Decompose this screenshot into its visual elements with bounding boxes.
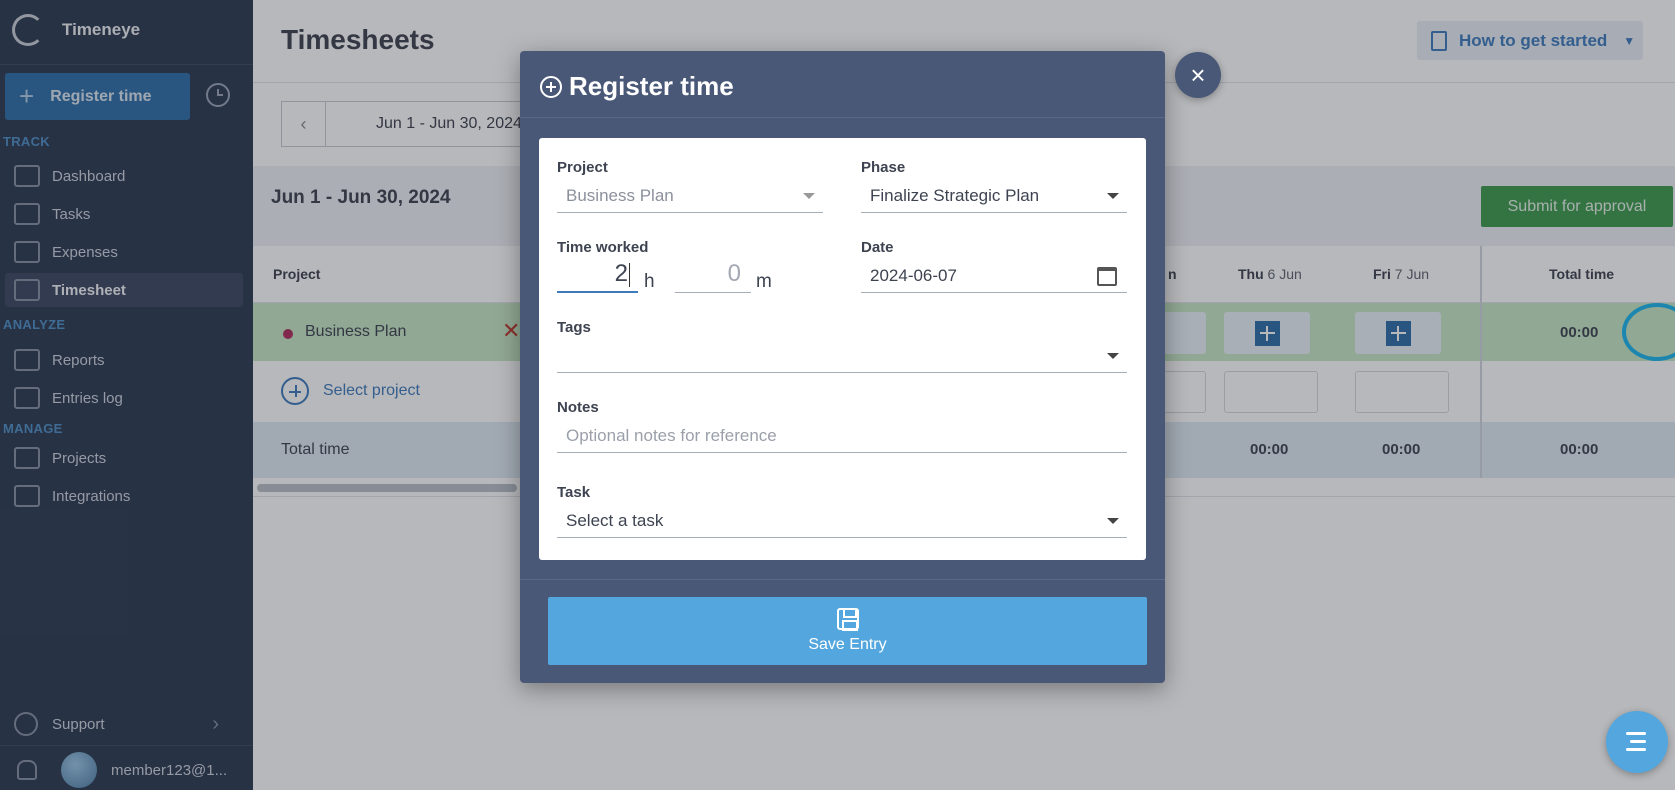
caret-down-icon: [1107, 193, 1119, 199]
caret-down-icon: [1107, 518, 1119, 524]
phase-select-value: Finalize Strategic Plan: [870, 186, 1040, 205]
date-input[interactable]: 2024-06-07: [861, 260, 1127, 293]
notes-label: Notes: [557, 399, 599, 416]
caret-down-icon: [1107, 353, 1119, 359]
chat-icon-line: [1630, 740, 1646, 743]
register-form: Project Business Plan Phase Finalize Str…: [539, 138, 1146, 560]
save-entry-label: Save Entry: [808, 636, 887, 653]
modal-title: Register time: [540, 71, 734, 102]
divider: [520, 117, 1165, 118]
text-cursor: [629, 262, 630, 287]
register-time-modal: Register time Project Business Plan Phas…: [520, 51, 1165, 683]
chat-support-button[interactable]: [1606, 711, 1668, 773]
tags-label: Tags: [557, 319, 591, 336]
project-label: Project: [557, 159, 608, 176]
notes-input[interactable]: Optional notes for reference: [557, 420, 1127, 453]
divider: [520, 579, 1165, 580]
hours-input[interactable]: 2: [557, 260, 638, 293]
save-entry-button[interactable]: Save Entry: [548, 597, 1147, 665]
close-modal-button[interactable]: ×: [1175, 52, 1221, 98]
plus-circle-icon: [540, 75, 562, 98]
chat-icon: [1626, 732, 1646, 735]
tags-select[interactable]: [557, 340, 1127, 373]
time-worked-label: Time worked: [557, 239, 649, 256]
calendar-icon[interactable]: [1097, 267, 1117, 286]
save-disk-icon: [836, 608, 859, 631]
project-select[interactable]: Business Plan: [557, 180, 823, 213]
chat-icon-line: [1626, 748, 1646, 751]
minutes-unit: m: [756, 271, 772, 292]
modal-title-text: Register time: [569, 71, 734, 101]
task-label: Task: [557, 484, 591, 501]
caret-down-icon: [803, 193, 815, 199]
hours-unit: h: [644, 271, 655, 292]
phase-select[interactable]: Finalize Strategic Plan: [861, 180, 1127, 213]
notes-placeholder: Optional notes for reference: [566, 426, 777, 445]
task-select[interactable]: Select a task: [557, 505, 1127, 538]
date-value: 2024-06-07: [870, 266, 957, 285]
phase-label: Phase: [861, 159, 906, 176]
task-select-value: Select a task: [566, 511, 664, 530]
minutes-input[interactable]: 0: [675, 260, 751, 293]
project-select-value: Business Plan: [566, 186, 674, 205]
date-label: Date: [861, 239, 894, 256]
hours-value: 2: [614, 260, 628, 287]
